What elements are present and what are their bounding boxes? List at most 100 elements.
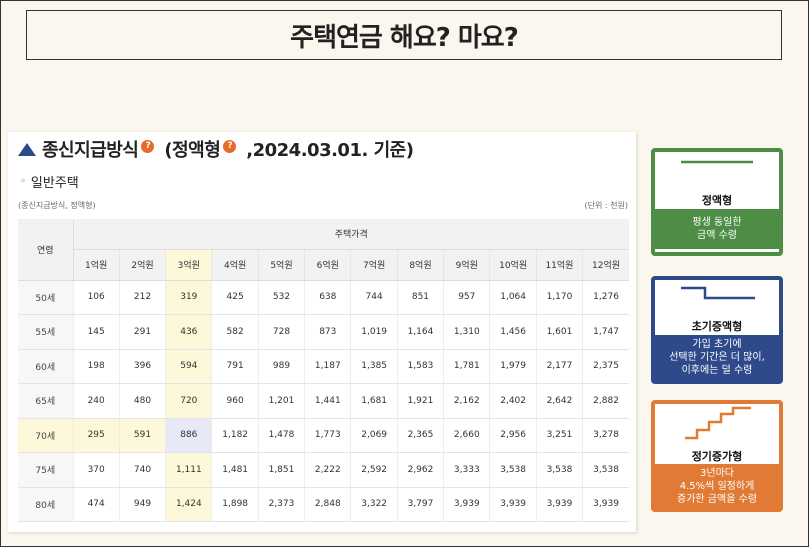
table-caption: (종신지급방식, 정액형) [18,201,96,210]
table-cell: 240 [72,383,120,419]
table-cell: 1,583 [396,349,444,384]
table-cell: 3,278 [582,418,629,453]
table-cell: 474 [72,487,120,522]
card-desc-line: 평생 동일한 [692,217,742,228]
stairs-up-line-icon [685,406,751,440]
table-cell: 1,456 [489,314,537,350]
table-row: 60세 198 396 594 791 989 1,187 1,385 1,583 1,781 1,… [18,349,629,384]
card-desc-line: 증가한 금액을 수령 [677,493,757,505]
bullet-icon: ◦ [20,176,26,187]
row-age-label: 65세 [18,383,73,419]
table-cell: 370 [72,452,120,488]
table-cell: 1,481 [211,452,259,488]
table-cell: 1,773 [304,418,351,453]
column-header: 3억원 [165,249,212,281]
table-cell: 295 [72,418,120,453]
price-group-header: 주택가격 [73,219,629,250]
table-cell: 2,177 [535,349,583,384]
table-cell: 1,781 [443,349,490,384]
table-cell: 3,939 [443,487,490,522]
table-cell: 212 [118,280,166,315]
table-cell: 2,373 [257,487,305,522]
table-cell: 791 [211,349,259,384]
row-age-label: 55세 [18,314,73,350]
column-header: 11억원 [535,249,583,281]
table-cell: 1,385 [350,349,398,384]
table-cell: 3,333 [443,452,490,488]
table-cell: 1,276 [582,280,629,315]
table-cell: 1,064 [489,280,537,315]
table-cell: 740 [118,452,166,488]
table-cell: 1,681 [350,383,398,419]
table-row: 65세 240 480 720 960 1,201 1,441 1,681 1,921 2,162… [18,383,629,419]
table-cell: 594 [165,349,212,384]
table-cell: 106 [72,280,120,315]
age-header: 연령 [18,219,74,281]
table-cell: 1,164 [396,314,444,350]
table-cell: 1,182 [211,418,259,453]
heading-date: ,2024.03.01. 기준) [246,140,414,161]
table-cell: 873 [304,314,351,350]
table-cell: 1,851 [257,452,305,488]
column-header: 4억원 [211,249,259,281]
column-header: 7억원 [350,249,398,281]
card-desc-line: 금액 수령 [697,230,737,241]
card-name: 정기증가형 [691,450,743,463]
card-graphic: 정기증가형 [655,404,779,464]
subtitle-text: 일반주택 [30,176,79,191]
table-row: 50세 106 212 319 425 532 638 744 851 957 1,064 1,170… [18,280,629,315]
flat-line-icon [681,160,753,164]
table-cell: 2,962 [396,452,444,488]
table-cell: 1,187 [304,349,351,384]
column-header: 6억원 [304,249,351,281]
card-desc-line: 3년마다 [700,467,734,479]
table-cell: 2,162 [443,383,490,419]
table-cell: 1,478 [257,418,305,453]
table-cell: 957 [443,280,490,315]
page-title: 주택연금 해요? 마요? [26,10,782,60]
table-cell: 1,979 [489,349,537,384]
card-name: 정액형 [701,194,733,207]
table-cell: 3,538 [535,452,583,488]
table-cell: 532 [257,280,305,315]
card-graphic: 초기증액형 [655,280,779,335]
table-cell: 1,111 [165,452,212,488]
table-cell: 1,747 [582,314,629,350]
triangle-marker-icon [18,142,36,156]
pension-table: 연령 주택가격 1억원 2억원 3억원 4억원 5억원 6억원 7억원 8억원 9억원 10억원 1… [18,219,629,522]
table-row: 55세 145 291 436 582 728 873 1,019 1,164 1,310 1,45… [18,314,629,350]
table-cell: 591 [118,418,166,453]
card-desc-line: 가입 초기에 [692,339,742,350]
table-cell: 1,898 [211,487,259,522]
table-cell: 436 [165,314,212,350]
table-cell: 396 [118,349,166,384]
table-cell: 3,797 [396,487,444,522]
table-cell: 949 [118,487,166,522]
table-cell: 3,251 [535,418,583,453]
card-description: 가입 초기에 선택한 기간은 더 많이, 이후에는 덜 수령 [655,335,779,380]
table-cell: 989 [257,349,305,384]
column-header: 5억원 [257,249,305,281]
table-cell: 3,939 [582,487,629,522]
table-cell: 2,848 [304,487,351,522]
card-desc-line: 이후에는 덜 수령 [681,365,753,376]
table-cell: 1,921 [396,383,444,419]
table-cell: 425 [211,280,259,315]
table-cell: 3,939 [489,487,537,522]
help-icon[interactable]: ? [223,139,237,153]
card-initial-increase: 초기증액형 가입 초기에 선택한 기간은 더 많이, 이후에는 덜 수령 [651,276,783,384]
table-cell: 1,424 [165,487,212,522]
table-row: 80세 474 949 1,424 1,898 2,373 2,848 3,322 3,797 3… [18,487,629,522]
help-icon[interactable]: ? [141,139,155,153]
table-cell: 728 [257,314,305,350]
row-age-label: 50세 [18,280,73,315]
card-description: 평생 동일한 금액 수령 [655,209,779,249]
table-cell: 1,601 [535,314,583,350]
table-cell: 480 [118,383,166,419]
table-cell: 3,538 [582,452,629,488]
table-cell: 145 [72,314,120,350]
table-cell: 198 [72,349,120,384]
table-cell: 2,375 [582,349,629,384]
table-cell: 1,441 [304,383,351,419]
pension-table-panel: 종신지급방식 ? (정액형 ? ,2024.03.01. 기준) ◦ 일반주택 … [8,132,636,532]
